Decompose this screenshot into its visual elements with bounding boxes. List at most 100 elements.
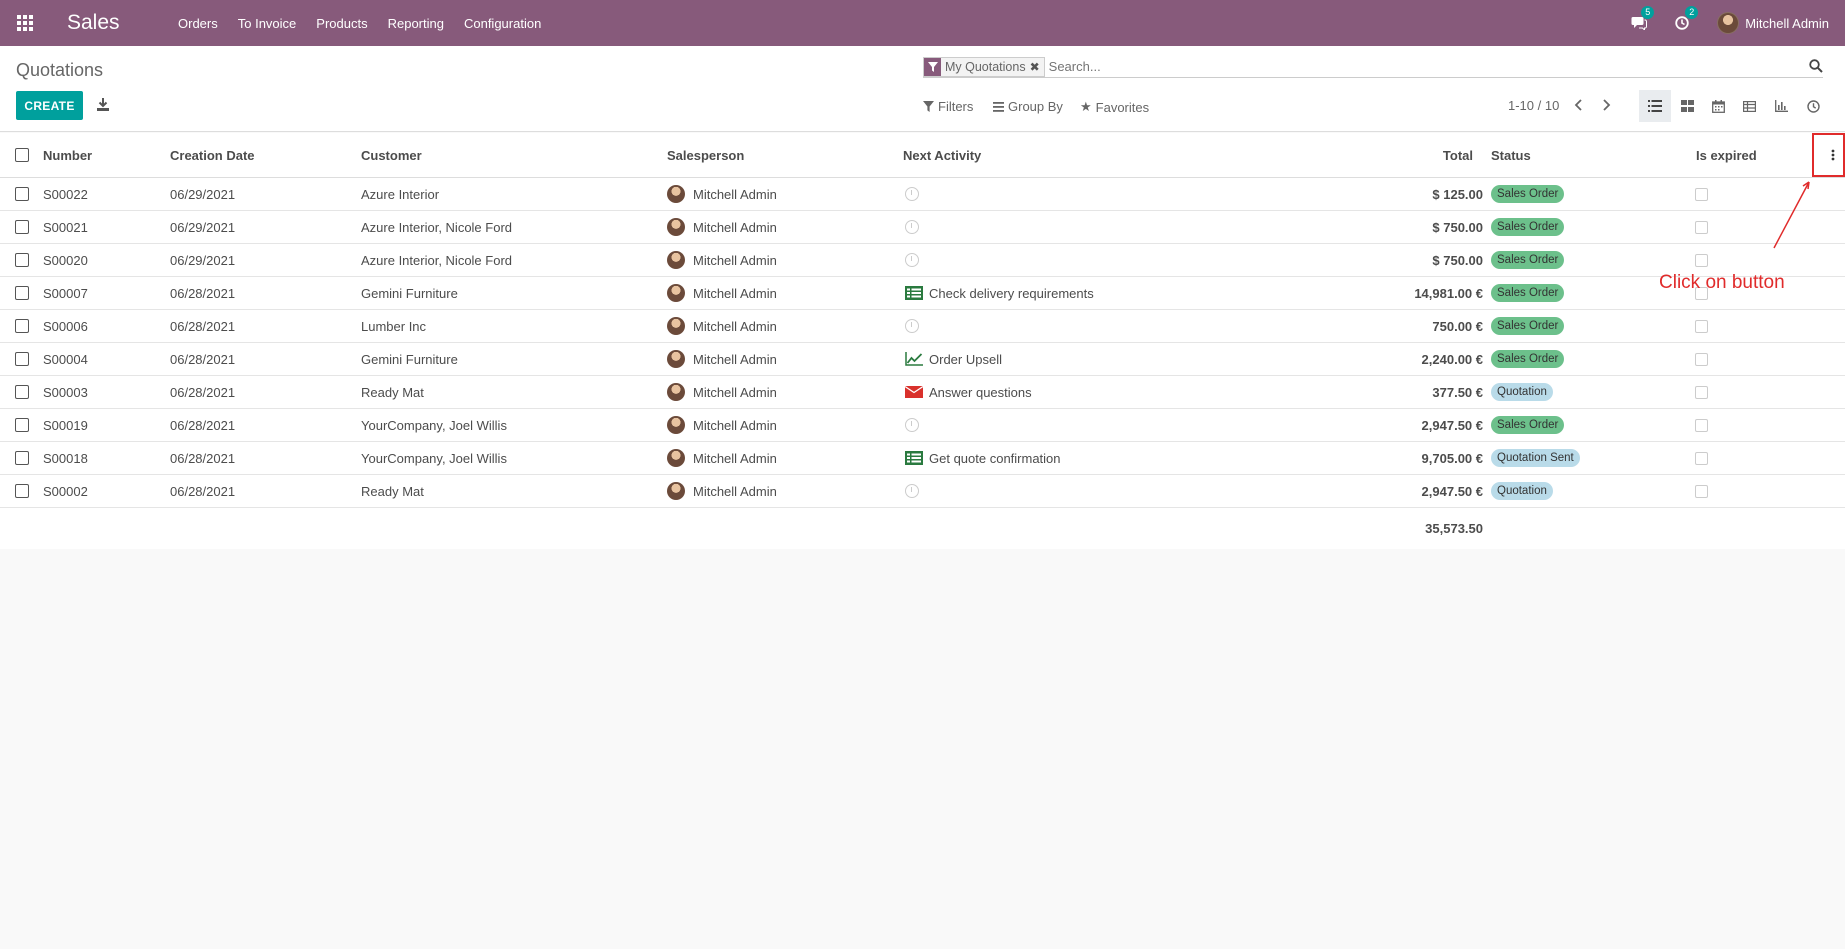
kanban-view-button[interactable] (1671, 90, 1703, 122)
order-number: S00022 (43, 186, 88, 202)
list-icon[interactable] (905, 286, 923, 300)
table-row[interactable]: S00003 06/28/2021 Ready Mat Mitchell Admin A… (0, 376, 1845, 409)
search-bar: My Quotations ✖ (923, 56, 1823, 78)
clock-icon[interactable] (905, 187, 919, 201)
search-input[interactable] (1048, 56, 1823, 77)
column-header-total[interactable]: Total (1400, 133, 1473, 177)
activity-view-button[interactable] (1797, 90, 1829, 122)
create-button[interactable]: CREATE (16, 91, 83, 120)
clock-icon (1675, 16, 1689, 30)
column-header-next-activity[interactable]: Next Activity (903, 133, 981, 177)
order-total: 2,240.00 € (1421, 351, 1483, 367)
table-row[interactable]: S00019 06/28/2021 YourCompany, Joel Willis… (0, 409, 1845, 442)
list-icon[interactable] (905, 451, 923, 465)
next-activity (905, 475, 919, 507)
row-checkbox[interactable] (15, 442, 29, 474)
group-by-button[interactable]: Group By (993, 99, 1063, 114)
menu-configuration[interactable]: Configuration (464, 16, 541, 31)
order-total: 750.00 € (1432, 318, 1483, 334)
menu-orders[interactable]: Orders (178, 16, 218, 31)
menu-reporting[interactable]: Reporting (388, 16, 444, 31)
status-cell: Quotation (1491, 475, 1553, 507)
row-checkbox[interactable] (15, 475, 29, 507)
column-header-salesperson[interactable]: Salesperson (667, 133, 744, 177)
avatar (667, 317, 685, 335)
order-total: $ 750.00 (1432, 219, 1483, 235)
activities-count-badge: 2 (1685, 6, 1699, 19)
row-checkbox[interactable] (15, 376, 29, 408)
row-checkbox[interactable] (15, 277, 29, 309)
chevron-right-icon[interactable] (1602, 98, 1611, 114)
pager-value[interactable]: 1-10 / 10 (1508, 98, 1559, 113)
table-row[interactable]: S00006 06/28/2021 Lumber Inc Mitchell Admin… (0, 310, 1845, 343)
order-total: 2,947.50 € (1421, 417, 1483, 433)
creation-date: 06/28/2021 (170, 285, 236, 301)
order-number: S00006 (43, 318, 88, 334)
menu-products[interactable]: Products (316, 16, 367, 31)
chevron-left-icon[interactable] (1574, 98, 1583, 114)
table-row[interactable]: S00018 06/28/2021 YourCompany, Joel Willis… (0, 442, 1845, 475)
clock-icon[interactable] (905, 418, 919, 432)
menu-to-invoice[interactable]: To Invoice (238, 16, 297, 31)
table-row[interactable]: S00020 06/29/2021 Azure Interior, Nicole F… (0, 244, 1845, 277)
order-total: 2,947.50 € (1421, 483, 1483, 499)
row-checkbox[interactable] (15, 310, 29, 342)
filters-button[interactable]: Filters (923, 99, 973, 114)
salesperson: Mitchell Admin (667, 211, 777, 243)
status-badge: Sales Order (1491, 350, 1565, 368)
column-header-customer[interactable]: Customer (361, 133, 422, 177)
row-checkbox[interactable] (15, 343, 29, 375)
customer-name: Ready Mat (361, 483, 424, 499)
salesperson-name: Mitchell Admin (693, 318, 777, 334)
next-activity: Answer questions (904, 376, 1032, 408)
download-icon[interactable] (94, 96, 112, 114)
customer-name: YourCompany, Joel Willis (361, 450, 507, 466)
graph-view-button[interactable] (1765, 90, 1797, 122)
select-all-checkbox[interactable] (15, 133, 29, 177)
user-menu[interactable]: Mitchell Admin (1717, 12, 1829, 34)
column-header-is-expired[interactable]: Is expired (1696, 133, 1757, 177)
clock-icon[interactable] (905, 319, 919, 333)
trend-chart-icon[interactable] (905, 352, 923, 366)
calendar-view-button[interactable] (1702, 90, 1734, 122)
star-icon: ★ (1080, 99, 1092, 114)
table-row[interactable]: S00022 06/29/2021 Azure Interior Mitchell A… (0, 178, 1845, 211)
table-row[interactable]: S00004 06/28/2021 Gemini Furniture Mitchell… (0, 343, 1845, 376)
app-brand[interactable]: Sales (67, 11, 178, 35)
activities-button[interactable]: 2 (1675, 6, 1699, 30)
table-row[interactable]: S00002 06/28/2021 Ready Mat Mitchell Admin 2… (0, 475, 1845, 508)
quotations-list: Number Creation Date Customer Salesperso… (0, 133, 1845, 549)
table-row[interactable]: S00007 06/28/2021 Gemini Furniture Mitchell… (0, 277, 1845, 310)
order-number: S00019 (43, 417, 88, 433)
messages-button[interactable]: 5 (1631, 6, 1655, 30)
clock-icon[interactable] (905, 253, 919, 267)
clock-icon[interactable] (905, 220, 919, 234)
envelope-icon[interactable] (904, 385, 924, 399)
status-badge: Sales Order (1491, 251, 1565, 269)
row-checkbox[interactable] (15, 409, 29, 441)
status-cell: Sales Order (1491, 343, 1565, 375)
table-row[interactable]: S00021 06/29/2021 Azure Interior, Nicole F… (0, 211, 1845, 244)
row-checkbox[interactable] (15, 211, 29, 243)
next-activity (905, 310, 919, 342)
search-icon[interactable] (1809, 59, 1823, 73)
row-checkbox[interactable] (15, 244, 29, 276)
search-facet[interactable]: My Quotations ✖ (923, 56, 1045, 77)
row-checkbox[interactable] (15, 178, 29, 210)
pivot-view-button[interactable] (1733, 90, 1765, 122)
next-activity (905, 178, 919, 210)
salesperson: Mitchell Admin (667, 277, 777, 309)
annotation-text: Click on button (1659, 272, 1785, 293)
favorites-button[interactable]: ★ Favorites (1080, 99, 1149, 115)
facet-label: My Quotations (945, 59, 1026, 74)
clock-icon[interactable] (905, 484, 919, 498)
column-header-status[interactable]: Status (1491, 133, 1531, 177)
avatar (667, 251, 685, 269)
column-header-number[interactable]: Number (43, 133, 92, 177)
apps-menu-button[interactable] (0, 0, 50, 46)
activity-summary: Order Upsell (929, 351, 1002, 367)
filter-icon (923, 101, 934, 112)
list-view-button[interactable] (1639, 90, 1671, 122)
close-icon[interactable]: ✖ (1030, 58, 1044, 76)
column-header-creation-date[interactable]: Creation Date (170, 133, 255, 177)
